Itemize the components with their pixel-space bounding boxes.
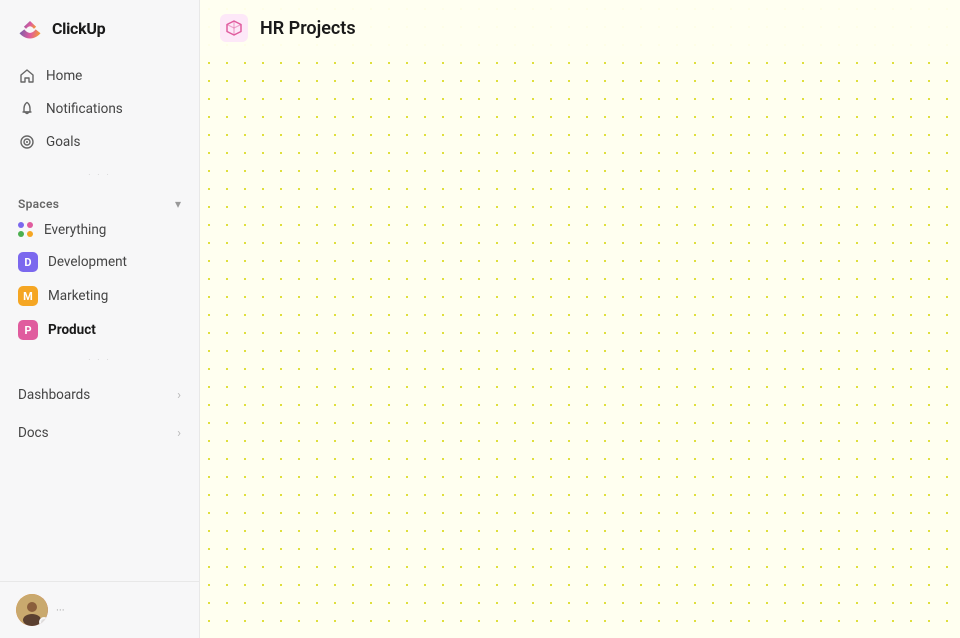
sidebar-item-goals[interactable]: Goals [8,126,191,158]
sidebar-nav: Home Notifications Goals [0,56,199,162]
sidebar: ClickUp Home Notifications [0,0,200,638]
main-content: HR Projects [200,0,960,638]
everything-grid-icon [18,222,34,238]
goals-icon [18,133,36,151]
divider [0,162,199,189]
spaces-chevron-icon: ▾ [175,197,181,211]
user-avatar-group [16,594,48,626]
avatar [16,594,48,626]
sidebar-item-docs[interactable]: Docs › [0,416,199,450]
marketing-avatar: M [18,286,38,306]
page-title: HR Projects [260,18,356,39]
spaces-label: Spaces [18,197,59,211]
bell-icon [18,100,36,118]
sidebar-item-dashboards[interactable]: Dashboards › [0,378,199,412]
logo-text: ClickUp [52,19,105,38]
sidebar-item-development[interactable]: D Development [8,245,191,279]
development-avatar: D [18,252,38,272]
home-icon [18,67,36,85]
product-avatar: P [18,320,38,340]
sidebar-item-development-label: Development [48,254,127,270]
dashboards-label: Dashboards [18,387,90,403]
docs-chevron-icon: › [177,426,181,441]
sidebar-item-everything-label: Everything [44,222,106,238]
sidebar-item-notifications-label: Notifications [46,101,123,117]
clickup-logo-icon [16,14,44,42]
user-area[interactable]: ··· [0,581,199,638]
user-more-icon: ··· [56,604,65,617]
spaces-header[interactable]: Spaces ▾ [0,189,199,215]
main-header: HR Projects [200,0,960,56]
sidebar-item-marketing-label: Marketing [48,288,108,304]
sidebar-item-product-label: Product [48,322,96,338]
logo-area[interactable]: ClickUp [0,0,199,56]
sidebar-item-marketing[interactable]: M Marketing [8,279,191,313]
docs-label: Docs [18,425,49,441]
sidebar-item-home-label: Home [46,68,82,84]
sidebar-item-goals-label: Goals [46,134,81,150]
sidebar-item-everything[interactable]: Everything [8,215,191,245]
divider-2 [0,347,199,374]
sidebar-item-notifications[interactable]: Notifications [8,93,191,125]
sidebar-item-home[interactable]: Home [8,60,191,92]
cube-icon [220,14,248,42]
sidebar-item-product[interactable]: P Product [8,313,191,347]
status-dot [39,617,48,626]
dashboards-chevron-icon: › [177,388,181,403]
